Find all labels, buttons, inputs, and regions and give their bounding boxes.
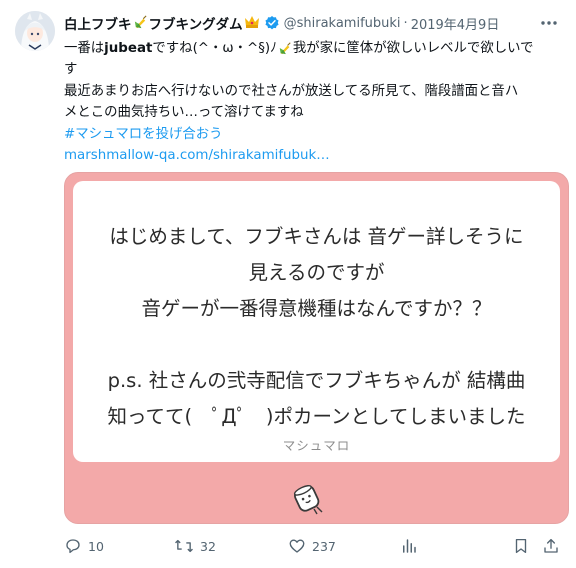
views-button[interactable]: [400, 535, 418, 557]
share-button[interactable]: [542, 535, 560, 557]
reply-icon: [66, 539, 80, 554]
hashtag-link[interactable]: #マシュマロを投げ合おう: [64, 127, 223, 142]
author-display-name-2[interactable]: フブキングダム: [149, 13, 243, 33]
question-line-4: p.s. 社さんの弐寺配信でフブキちゃんが 結構曲: [107, 369, 526, 392]
tweet-actions: 10 32 237: [64, 535, 569, 557]
avatar-image: [15, 11, 55, 51]
like-count: 237: [312, 538, 336, 554]
header-separator: ·: [403, 15, 408, 31]
tweet-line-2: す: [64, 62, 78, 78]
card-brand-label: マシュマロ: [282, 438, 351, 453]
more-options-button[interactable]: [538, 13, 560, 33]
question-text: はじめまして、フブキさんは 音ゲー詳しそうに 見えるのですが 音ゲーが一番得意機…: [73, 219, 560, 435]
card-question-panel: はじめまして、フブキさんは 音ゲー詳しそうに 見えるのですが 音ゲーが一番得意機…: [73, 181, 560, 462]
author-display-name[interactable]: 白上フブキ: [64, 13, 132, 33]
tweet-text-segment: ですね(^・ω・^§)ﾉ: [152, 41, 277, 56]
share-icon: [544, 538, 558, 553]
corn-emoji-icon: [133, 14, 148, 33]
tweet-text-segment: 我が家に筐体が欲しいレベルで欲しいで: [292, 41, 534, 56]
like-button[interactable]: 237: [288, 535, 336, 557]
avatar[interactable]: [15, 11, 55, 51]
tweet-date[interactable]: 2019年4月9日: [411, 14, 500, 33]
more-dots-icon: [541, 21, 557, 25]
tweet-header: 白上フブキ フブキングダム @shirakamifubuki · 2019年4月…: [64, 13, 538, 33]
tweet-body: 一番はjubeatですね(^・ω・^§)ﾉ 我が家に筐体が欲しいレベルで欲しいで …: [64, 38, 569, 166]
retweet-button[interactable]: 32: [174, 535, 216, 557]
question-line-3: 音ゲーが一番得意機種はなんですか？？: [141, 297, 492, 320]
author-handle[interactable]: @shirakamifubuki: [284, 16, 401, 31]
crown-emoji-icon: [244, 14, 260, 33]
tweet-line-3: 最近あまりお店へ行けないので社さんが放送してる所見て、階段譜面と音ハ: [64, 83, 519, 99]
reply-count: 10: [88, 538, 104, 554]
tweet-bold-text: jubeat: [104, 41, 153, 56]
marshmallow-logo-icon: [289, 481, 327, 517]
tweet-text-segment: 一番は: [64, 41, 105, 56]
retweet-count: 32: [200, 538, 216, 554]
verified-badge-icon: [264, 15, 280, 31]
analytics-icon: [403, 539, 416, 553]
question-line-2: 見えるのですが: [248, 261, 385, 284]
heart-icon: [289, 539, 305, 553]
reply-button[interactable]: 10: [64, 535, 104, 557]
bookmark-button[interactable]: [512, 535, 530, 557]
retweet-icon: [175, 539, 193, 553]
question-line-5: 知ってて( ﾟДﾟ )ポカーンとしてしまいました: [107, 405, 526, 428]
url-link[interactable]: marshmallow-qa.com/shirakamifubuk…: [64, 148, 330, 163]
tweet-line-4: メとこの曲気持ちい…って溶けてますね: [64, 105, 304, 121]
question-line-1: はじめまして、フブキさんは 音ゲー詳しそうに: [109, 225, 524, 248]
bookmark-icon: [515, 538, 527, 554]
corn-emoji-icon: [278, 41, 292, 59]
tweet-line-1: 一番はjubeatですね(^・ω・^§)ﾉ 我が家に筐体が欲しいレベルで欲しいで: [64, 38, 569, 59]
marshmallow-card[interactable]: はじめまして、フブキさんは 音ゲー詳しそうに 見えるのですが 音ゲーが一番得意機…: [64, 172, 569, 524]
